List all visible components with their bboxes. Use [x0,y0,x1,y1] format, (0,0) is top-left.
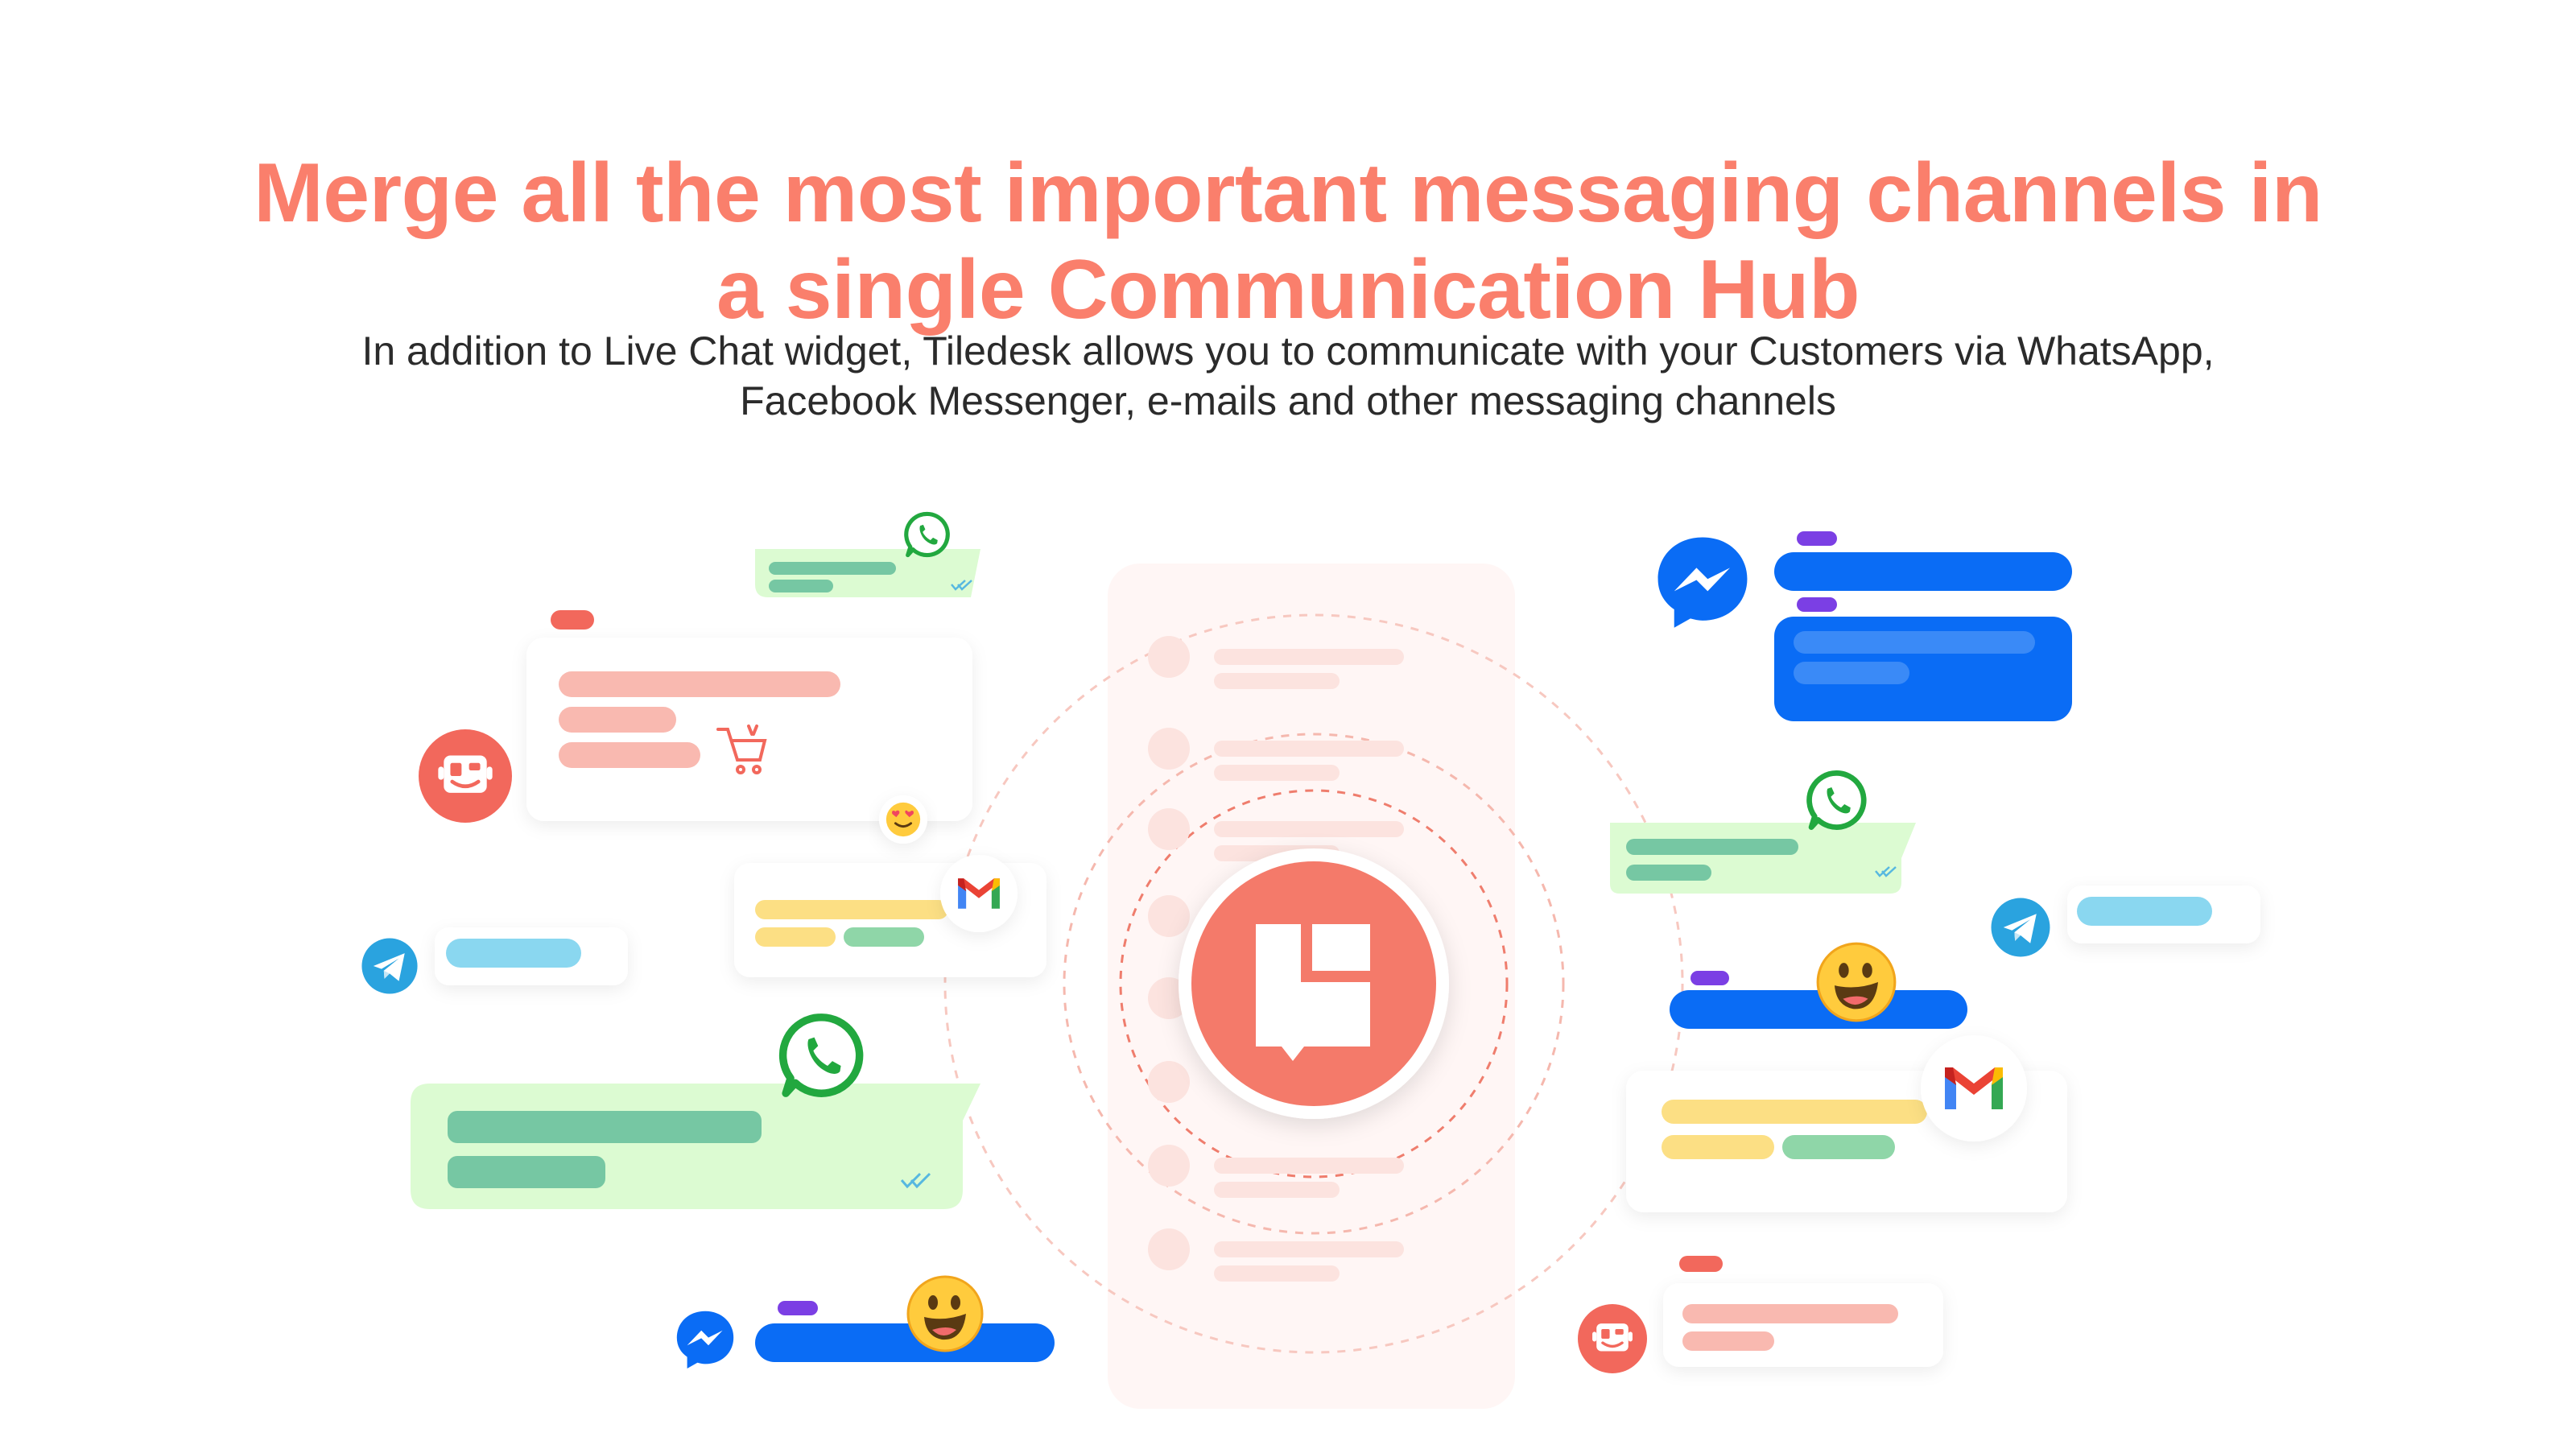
bot-message-right [1578,1256,1943,1373]
messenger-icon [676,1311,734,1368]
whatsapp-icon [1807,770,1867,830]
gmail-card-left [734,855,1046,977]
whatsapp-bubble-right [1610,770,1916,894]
whatsapp-icon [780,1013,864,1097]
whatsapp-bubble-small-left [755,512,980,597]
heart-eyes-emoji-icon [885,801,922,838]
telegram-message-left [361,927,628,994]
messenger-message-right [1670,942,1967,1029]
channels-illustration [361,0,2260,1409]
bot-chat-card [419,610,972,844]
telegram-icon [361,938,418,994]
telegram-icon [1991,898,2050,957]
tiledesk-bot-icon [419,729,512,823]
messenger-message-left [676,1275,1055,1368]
messenger-icon [1657,537,1748,628]
telegram-message-right [1991,886,2260,957]
tiledesk-bot-icon [1578,1304,1647,1373]
whatsapp-bubble-large-left [411,1013,980,1209]
messenger-conversation-right [1657,531,2072,721]
gmail-card-right [1626,1035,2067,1212]
happy-emoji-icon [1816,942,1897,1022]
happy-emoji-icon [906,1275,984,1352]
tiledesk-logo-icon [1191,861,1436,1106]
whatsapp-icon [905,512,950,557]
central-hub [943,564,1684,1409]
